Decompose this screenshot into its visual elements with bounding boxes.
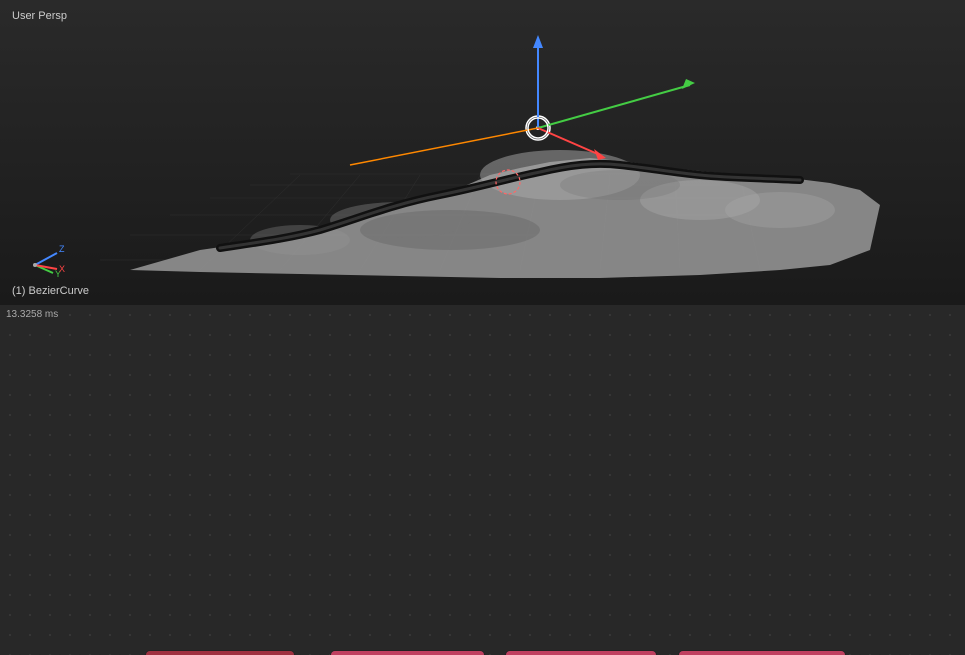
object-label: (1) BezierCurve (12, 285, 89, 297)
node-header-curve-output: Curve Object Output (679, 651, 845, 655)
node-editor: 13.3258 ms Construct BVHTree BVHTree Sou… (0, 305, 965, 655)
node-header-construct-bvh: Construct BVHTree (146, 651, 294, 655)
node-construct-bvh: Construct BVHTree BVHTree Source Object … (145, 650, 295, 655)
svg-text:X: X (59, 264, 65, 274)
node-curve-output: Curve Object Output Object Target ✕ ＋ 🖉 (678, 650, 846, 655)
node-header-ray-cast: Ray Cast BVHTree (331, 651, 484, 655)
node-header-spline: Spline from Points (506, 651, 656, 655)
viewport: Z Y X User Persp (1) BezierCurve (0, 0, 965, 305)
viewport-label: User Persp (12, 10, 67, 22)
svg-text:Z: Z (59, 244, 65, 254)
node-spline-from-points: Spline from Points Spline Poly Points (505, 650, 657, 655)
node-ray-cast-bvh: Ray Cast BVHTree Locations Start in Infi… (330, 650, 485, 655)
timer-display: 13.3258 ms (6, 309, 58, 320)
